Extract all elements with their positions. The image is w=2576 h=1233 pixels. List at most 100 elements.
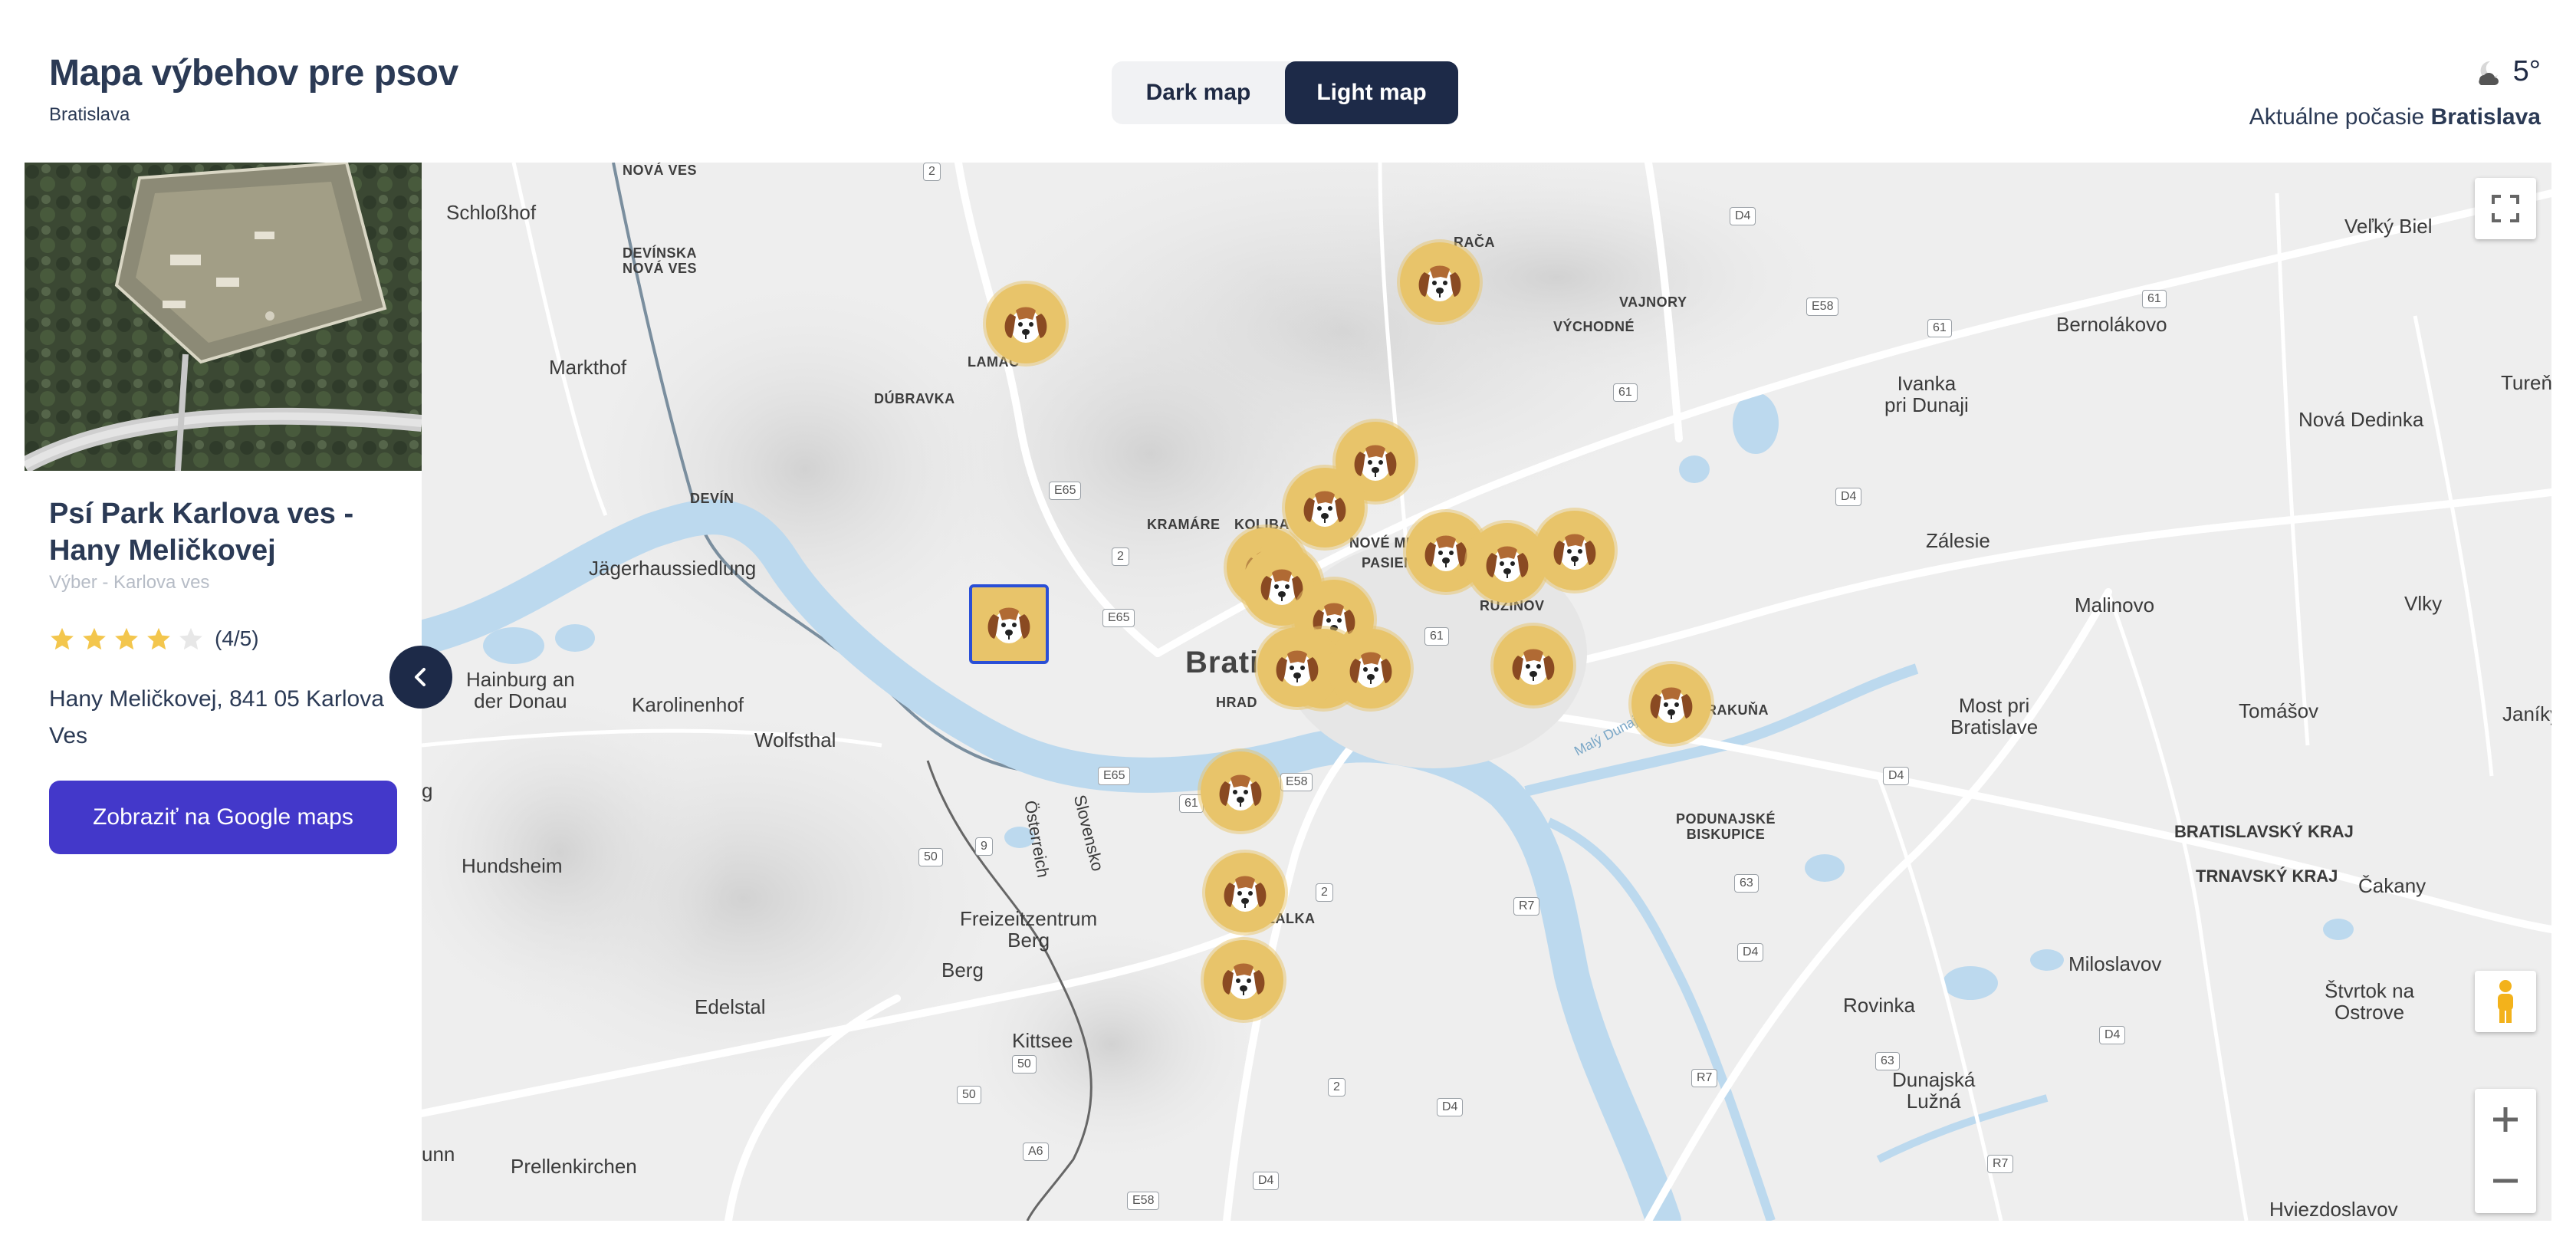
road-shield: E58 [1127, 1192, 1160, 1210]
dog-park-marker[interactable] [1201, 751, 1280, 831]
dark-map-button[interactable]: Dark map [1112, 61, 1285, 124]
dog-park-marker[interactable] [1493, 626, 1573, 705]
place-label: Karolinenhof [632, 693, 744, 716]
collapse-panel-button[interactable] [389, 646, 452, 709]
place-label: DEVÍNSKA NOVÁ VES [623, 245, 698, 276]
place-label: unn [422, 1143, 455, 1166]
weather-widget: 5° [2472, 55, 2541, 88]
rating-text: (4/5) [215, 626, 259, 650]
dog-icon [1424, 535, 1467, 571]
zoom-out-button[interactable] [2475, 1150, 2536, 1212]
place-label: Vlky [2404, 592, 2443, 615]
star-filled-icon [147, 627, 170, 650]
park-address: Hany Meličkovej, 841 05 Karlova Ves [49, 686, 384, 748]
place-label: VAJNORY [1619, 294, 1687, 310]
road-shield: 2 [1112, 547, 1129, 566]
street-view-button[interactable] [2475, 971, 2536, 1032]
road-shield: D4 [1883, 767, 1910, 785]
light-map-button[interactable]: Light map [1285, 61, 1458, 124]
place-label: Malinovo [2075, 593, 2155, 616]
place-label: Hainburg an der Donau [466, 668, 575, 712]
dog-park-marker[interactable] [986, 284, 1066, 363]
weather-city: Bratislava [2430, 104, 2541, 130]
dog-park-marker[interactable] [1204, 940, 1283, 1020]
dog-park-marker[interactable] [1631, 664, 1711, 744]
dog-park-marker[interactable] [1285, 468, 1365, 547]
fullscreen-button[interactable] [2475, 178, 2536, 239]
road-shield: D4 [1253, 1172, 1280, 1190]
place-label: Štvrtok na Ostrove [2325, 979, 2415, 1024]
place-label: Berg [941, 958, 984, 981]
dog-park-marker[interactable] [1535, 511, 1615, 590]
road-shield: D4 [2099, 1026, 2126, 1044]
road-shield: 2 [1316, 883, 1333, 902]
place-label: Čakany [2358, 874, 2426, 897]
place-label: Bernolákovo [2056, 313, 2167, 336]
dog-icon [1650, 687, 1693, 723]
place-label: DEVÍN [690, 491, 734, 506]
place-label: HRAD [1216, 695, 1257, 710]
place-label: Prellenkirchen [511, 1155, 637, 1178]
dog-icon [1303, 491, 1346, 527]
map-canvas[interactable]: Schloßhof NOVÁ VES DEVÍNSKA NOVÁ VES Mar… [422, 163, 2551, 1221]
place-label: Hviezdoslavov [2269, 1198, 2398, 1221]
star-filled-icon [83, 627, 106, 650]
dog-icon [1349, 652, 1392, 688]
road-shield: A6 [1023, 1143, 1049, 1161]
weather-caption: Aktuálne počasie Bratislava [2249, 104, 2541, 130]
place-label: Freizeitzentrum Berg [960, 907, 1098, 952]
road-shield: E65 [1098, 767, 1131, 785]
dog-park-marker[interactable] [1331, 629, 1411, 709]
place-label: Veľký Biel [2344, 215, 2433, 238]
dog-icon [1222, 963, 1265, 999]
map-base-layer [422, 163, 2551, 1221]
road-shield: R7 [1691, 1069, 1718, 1087]
dog-park-marker-selected[interactable] [969, 584, 1049, 664]
region-label: BRATISLAVSKÝ KRAJ [2174, 822, 2354, 841]
chevron-left-icon [415, 668, 426, 686]
place-label: Hundsheim [462, 854, 563, 877]
place-label: Miloslavov [2068, 952, 2162, 975]
road-shield: 50 [918, 848, 943, 866]
place-label: g [422, 779, 433, 802]
dog-icon [1276, 650, 1319, 686]
dog-icon [1486, 546, 1529, 582]
road-shield: D4 [1835, 488, 1862, 506]
place-label: Schloßhof [446, 201, 537, 224]
place-label: Kittsee [1012, 1029, 1073, 1052]
road-shield: D4 [1730, 207, 1756, 225]
place-label: Ivanka pri Dunaji [1884, 372, 1969, 416]
place-label: Edelstal [695, 995, 766, 1018]
star-empty-icon [179, 627, 202, 650]
road-shield: R7 [1513, 897, 1540, 916]
dog-park-marker[interactable] [1257, 627, 1337, 707]
place-label: Nová Dedinka [2298, 408, 2424, 431]
header: Mapa výbehov pre psov Bratislava Dark ma… [0, 0, 2576, 163]
road-shield: R7 [1987, 1155, 2014, 1173]
place-label: Wolfsthal [754, 728, 836, 751]
dog-park-marker[interactable] [1400, 242, 1480, 322]
road-shield: 61 [1179, 794, 1204, 813]
dog-park-marker[interactable] [1467, 523, 1547, 603]
place-label: Janíky [2502, 702, 2551, 725]
road-shield: D4 [1437, 1098, 1464, 1116]
place-label: Markthof [549, 356, 627, 379]
map-style-toggle: Dark map Light map [1112, 61, 1458, 124]
pegman-icon [2498, 980, 2513, 1023]
park-detail-panel: Psí Park Karlova ves - Hany Meličkovej V… [25, 163, 422, 1221]
place-label: Zálesie [1926, 529, 1990, 552]
road-shield: 63 [1875, 1052, 1900, 1070]
place-label: Tureň [2501, 371, 2551, 394]
dog-icon [987, 607, 1030, 643]
open-google-maps-button[interactable]: Zobraziť na Google maps [49, 781, 397, 854]
road-shield: 61 [1424, 627, 1449, 646]
zoom-in-button[interactable] [2475, 1089, 2536, 1150]
place-label: KRAMÁRE [1147, 517, 1221, 532]
dog-icon [1004, 307, 1047, 343]
plus-icon [2493, 1107, 2518, 1132]
dog-icon [1553, 534, 1596, 570]
road-shield: D4 [1737, 943, 1764, 962]
page-subtitle: Bratislava [49, 104, 130, 125]
dog-park-marker[interactable] [1205, 853, 1285, 932]
park-name: Psí Park Karlova ves - Hany Meličkovej [49, 498, 354, 567]
